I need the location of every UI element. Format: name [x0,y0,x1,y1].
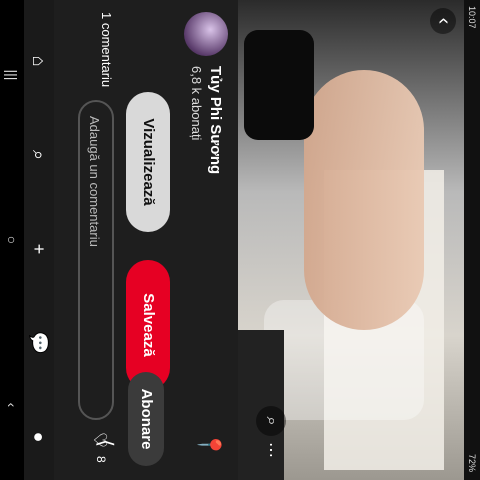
status-battery: 72% [467,453,477,472]
bottom-tab-bar: ⌂ ⌕ + 💬 ● [24,0,54,480]
view-button[interactable]: Vizualizează [126,92,170,232]
home-button-icon[interactable]: ○ [2,225,22,255]
chevron-left-icon[interactable]: ‹ [430,8,456,34]
comment-input[interactable]: Adaugă un comentariu [78,100,114,420]
status-time: 10:07 [467,6,477,29]
author-subscribers: 6,8 k abonați [189,66,204,141]
watch-shape [244,30,314,140]
author-row[interactable]: Tủy Phi Sương 6,8 k abonați [180,12,228,272]
more-icon[interactable]: ⋯ [260,440,280,460]
subscribe-button[interactable]: Abonare [128,372,164,466]
profile-icon[interactable]: ● [27,422,51,452]
action-row: Vizualizează Salvează Abonare [122,12,170,468]
hand-shape [304,70,424,330]
heart-icon[interactable]: ♡ [88,428,112,452]
visual-search-icon[interactable]: ⌕ [256,406,286,436]
screenshot-stage: 10:07 72% ‹ ⌕ ⋯ Tủy Phi Sương 6,8 k abon… [0,0,480,480]
pin-image[interactable]: ‹ ⌕ ⋯ [238,0,464,480]
save-button[interactable]: Salvează [126,260,170,390]
chat-icon[interactable]: 💬 [27,328,51,358]
status-bar: 10:07 72% [464,0,480,480]
system-nav-bar: ||| ○ ‹ [0,0,24,480]
pin-icon[interactable]: 📍 [194,430,224,460]
recents-icon[interactable]: ||| [2,60,22,90]
home-icon[interactable]: ⌂ [27,46,51,76]
search-icon[interactable]: ⌕ [27,140,51,170]
plus-icon[interactable]: + [27,234,51,264]
comments-count: 1 comentariu [99,12,114,88]
pin-details-panel: Tủy Phi Sương 6,8 k abonați 📍 Vizualizea… [54,0,238,480]
back-icon[interactable]: ‹ [2,390,22,420]
author-name[interactable]: Tủy Phi Sương [207,66,224,174]
phone-screen: 10:07 72% ‹ ⌕ ⋯ Tủy Phi Sương 6,8 k abon… [0,0,480,480]
avatar[interactable] [184,12,228,56]
reaction-count: 8 [94,456,108,463]
